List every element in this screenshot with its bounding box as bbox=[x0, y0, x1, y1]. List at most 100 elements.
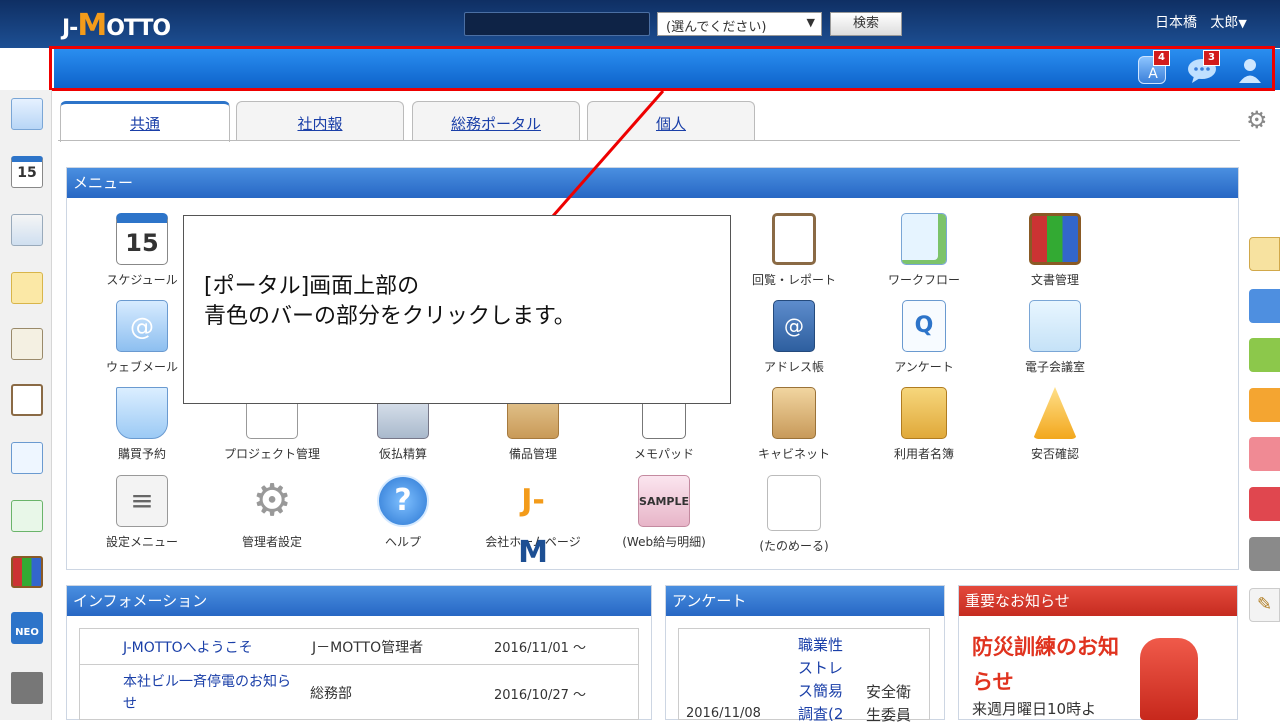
right-tab-blue[interactable] bbox=[1249, 289, 1280, 323]
survey-panel-title[interactable]: アンケート bbox=[666, 586, 944, 616]
search-category-select[interactable]: (選んでください) ▼ bbox=[657, 12, 822, 36]
tab-company-news-label: 社内報 bbox=[297, 115, 343, 133]
tab-common[interactable]: 共通 bbox=[60, 101, 230, 142]
menu-item-user-directory[interactable]: 利用者名簿 bbox=[864, 387, 984, 462]
tab-personal-label: 個人 bbox=[655, 115, 686, 133]
menu-item-label: 仮払精算 bbox=[378, 447, 427, 461]
menu-item-label: アドレス帳 bbox=[763, 360, 824, 374]
user-name: 太郎 bbox=[1210, 15, 1239, 31]
menu-item-web-payslip[interactable]: SAMPLE (Web給与明細) bbox=[604, 475, 724, 550]
memo-icon[interactable] bbox=[11, 272, 43, 304]
tab-common-label: 共通 bbox=[129, 115, 160, 133]
notice-headline[interactable]: 防災訓練のお知らせ bbox=[972, 630, 1122, 700]
right-notes-icon[interactable] bbox=[1249, 237, 1280, 271]
user-menu-caret-icon: ▼ bbox=[1238, 17, 1247, 30]
cart-icon bbox=[116, 387, 168, 439]
tab-company-news[interactable]: 社内報 bbox=[236, 101, 404, 141]
menu-item-company-homepage[interactable]: J-M 会社ホームページ bbox=[473, 475, 593, 570]
menu-item-label: ウェブメール bbox=[105, 360, 178, 374]
menu-item-label: 電子会議室 bbox=[1024, 360, 1085, 374]
menu-item-circular-report[interactable]: 回覧・レポート bbox=[734, 213, 854, 288]
left-sidebar: 15 NEO bbox=[0, 90, 52, 720]
logo-right: OTTO bbox=[106, 16, 171, 41]
help-icon: ? bbox=[377, 475, 429, 527]
menu-item-label: アンケート bbox=[894, 360, 954, 374]
menu-item-cabinet[interactable]: キャビネット bbox=[734, 387, 854, 462]
binders-icon bbox=[1029, 213, 1081, 265]
user-location: 日本橋 bbox=[1155, 15, 1197, 31]
portal-icon[interactable] bbox=[11, 98, 43, 130]
menu-item-admin-settings[interactable]: ⚙ 管理者設定 bbox=[212, 475, 332, 550]
instruction-callout: [ポータル]画面上部の 青色のバーの部分をクリックします。 bbox=[183, 215, 731, 404]
menu-item-settings[interactable]: ≡ 設定メニュー bbox=[82, 475, 202, 550]
tanomeru-icon bbox=[767, 475, 821, 531]
menu-item-label: 安否確認 bbox=[1030, 447, 1079, 461]
menu-item-workflow[interactable]: ワークフロー bbox=[864, 213, 984, 288]
settings-icon: ≡ bbox=[116, 475, 168, 527]
information-panel-title[interactable]: インフォメーション bbox=[67, 586, 651, 616]
notice-body: 来週月曜日10時よ bbox=[972, 700, 1097, 718]
folder-icon[interactable] bbox=[11, 672, 43, 704]
calendar-icon[interactable]: 15 bbox=[11, 156, 43, 188]
menu-item-documents[interactable]: 文書管理 bbox=[995, 213, 1115, 288]
tab-personal[interactable]: 個人 bbox=[587, 101, 755, 141]
workflow-icon[interactable] bbox=[11, 500, 43, 532]
right-tab-green[interactable] bbox=[1249, 338, 1280, 372]
menu-item-tanomeru[interactable]: (たのめーる) bbox=[734, 475, 854, 554]
right-tab-orange[interactable] bbox=[1249, 388, 1280, 422]
user-menu[interactable]: 日本橋 太郎▼ bbox=[1155, 12, 1247, 32]
settings-gear-icon[interactable]: ⚙ bbox=[1246, 106, 1268, 134]
menu-item-label: (Web給与明細) bbox=[622, 535, 706, 549]
meeting-icon bbox=[1029, 300, 1081, 352]
tab-general-affairs-label: 総務ポータル bbox=[450, 115, 541, 133]
top-header: J-MOTTO (選んでください) ▼ 検索 日本橋 太郎▼ bbox=[0, 0, 1280, 48]
right-tab-red[interactable] bbox=[1249, 487, 1280, 521]
clipboard-icon[interactable] bbox=[11, 384, 43, 416]
menu-item-label: スケジュール bbox=[106, 273, 178, 287]
menu-item-label: ワークフロー bbox=[887, 273, 960, 287]
tab-general-affairs[interactable]: 総務ポータル bbox=[412, 101, 580, 141]
menu-item-help[interactable]: ? ヘルプ bbox=[343, 475, 463, 550]
info-row-divider bbox=[79, 664, 639, 665]
survey-item-link[interactable]: 職業性ストレス簡易調査(2 bbox=[798, 634, 854, 726]
mail-icon: @ bbox=[116, 300, 168, 352]
right-tab-gray[interactable] bbox=[1249, 537, 1280, 571]
binders-icon[interactable] bbox=[11, 556, 43, 588]
menu-item-label: キャビネット bbox=[757, 447, 830, 461]
info-row-date: 2016/10/27 ～ bbox=[494, 688, 587, 703]
info-row-author: 総務部 bbox=[310, 686, 352, 702]
menu-item-label: 利用者名簿 bbox=[893, 447, 954, 461]
highlight-frame bbox=[49, 46, 1275, 91]
fire-extinguisher-icon bbox=[1140, 638, 1198, 720]
menu-item-label: 購買予約 bbox=[117, 447, 166, 461]
alert-icon bbox=[1033, 387, 1077, 439]
select-value: (選んでください) bbox=[666, 20, 767, 35]
calendar-icon: 15 bbox=[116, 213, 168, 265]
info-row-title[interactable]: J-MOTTOへようこそ bbox=[123, 637, 253, 657]
right-tab-pink[interactable] bbox=[1249, 437, 1280, 471]
menu-item-address-book[interactable]: @ アドレス帳 bbox=[734, 300, 854, 375]
logo-left: J- bbox=[62, 16, 78, 41]
survey-icon[interactable] bbox=[11, 442, 43, 474]
clipboard-icon bbox=[772, 213, 816, 265]
menu-item-safety-check[interactable]: 安否確認 bbox=[995, 387, 1115, 462]
information-title-link[interactable]: インフォメーション bbox=[73, 592, 207, 610]
jm-logo-icon: J-M bbox=[518, 483, 548, 570]
directory-icon bbox=[901, 387, 947, 439]
survey-icon: Q bbox=[902, 300, 946, 352]
cabinet-icon bbox=[772, 387, 816, 439]
timecard-icon[interactable] bbox=[11, 214, 43, 246]
search-button[interactable]: 検索 bbox=[830, 12, 902, 36]
jmotto-logo[interactable]: J-MOTTO bbox=[62, 8, 171, 43]
neo-icon[interactable]: NEO bbox=[11, 612, 43, 644]
bulletin-icon[interactable] bbox=[11, 328, 43, 360]
logo-m: M bbox=[77, 8, 107, 43]
info-row-title[interactable]: 本社ビル一斉停電のお知らせ bbox=[123, 671, 293, 715]
search-input[interactable] bbox=[464, 12, 650, 36]
dropdown-arrow-icon: ▼ bbox=[806, 16, 815, 29]
menu-item-meeting-room[interactable]: 電子会議室 bbox=[995, 300, 1115, 375]
menu-panel-title: メニュー bbox=[67, 168, 1238, 198]
survey-title-link[interactable]: アンケート bbox=[672, 592, 746, 610]
menu-item-survey[interactable]: Q アンケート bbox=[864, 300, 984, 375]
right-pencil-icon[interactable]: ✎ bbox=[1249, 588, 1280, 622]
